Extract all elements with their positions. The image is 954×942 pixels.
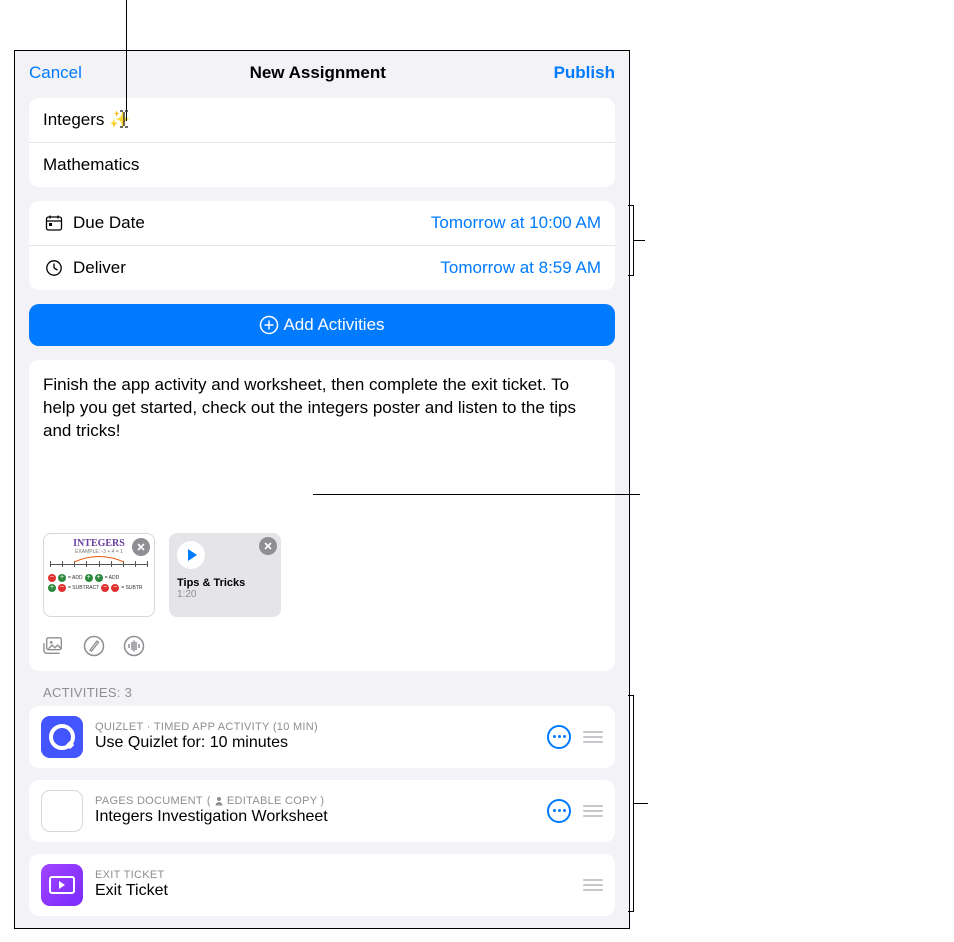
editable-copy-badge: ( EDITABLE COPY)	[207, 795, 324, 807]
due-date-value: Tomorrow at 10:00 AM	[431, 213, 601, 233]
play-icon	[188, 549, 197, 561]
page-title: New Assignment	[250, 63, 386, 83]
activity-meta: EXIT TICKET	[95, 869, 571, 881]
assignment-title-field[interactable]: Integers ✨	[29, 98, 615, 143]
publish-button[interactable]: Publish	[554, 63, 615, 83]
due-date-row[interactable]: Due Date Tomorrow at 10:00 AM	[29, 201, 615, 246]
audio-title: Tips & Tricks	[177, 577, 273, 589]
callout-line	[633, 240, 645, 241]
plus-circle-icon	[259, 315, 279, 335]
drag-handle[interactable]	[583, 805, 603, 817]
drag-handle[interactable]	[583, 731, 603, 743]
audio-duration: 1:20	[177, 589, 273, 600]
activity-title: Use Quizlet for: 10 minutes	[95, 734, 535, 752]
add-activities-label: Add Activities	[283, 315, 384, 335]
activity-meta: QUIZLET · TIMED APP ACTIVITY (10 MIN)	[95, 721, 535, 733]
activity-meta: PAGES DOCUMENT	[95, 795, 203, 807]
callout-line	[633, 803, 648, 804]
cancel-button[interactable]: Cancel	[29, 63, 82, 83]
exit-ticket-icon	[41, 864, 83, 906]
callout-line	[628, 275, 634, 276]
callout-line	[628, 911, 634, 912]
assignment-class-value: Mathematics	[43, 155, 139, 175]
add-activities-button[interactable]: Add Activities	[29, 304, 615, 346]
callout-line	[313, 494, 640, 495]
activities-header: ACTIVITIES: 3	[43, 685, 601, 700]
close-icon	[136, 542, 146, 552]
close-icon	[263, 541, 273, 551]
activity-more-button[interactable]	[547, 799, 571, 823]
pages-document-icon	[41, 790, 83, 832]
activity-more-button[interactable]	[547, 725, 571, 749]
audio-waveform-icon	[123, 635, 145, 657]
attachment-poster[interactable]: INTEGERS EXAMPLE: -3 + 4 = 1 −+= ADD ++=…	[43, 533, 155, 617]
activity-title: Integers Investigation Worksheet	[95, 808, 535, 826]
assignment-class-field[interactable]: Mathematics	[29, 143, 615, 187]
assignment-title-value: Integers ✨	[43, 110, 130, 130]
deliver-label: Deliver	[73, 258, 440, 278]
description-text[interactable]: Finish the app activity and worksheet, t…	[43, 374, 601, 443]
quizlet-app-icon	[41, 716, 83, 758]
deliver-value: Tomorrow at 8:59 AM	[440, 258, 601, 278]
activity-item-pages[interactable]: PAGES DOCUMENT ( EDITABLE COPY) Integers…	[29, 780, 615, 842]
callout-line	[126, 0, 127, 121]
insert-drawing-button[interactable]	[83, 635, 105, 657]
due-date-label: Due Date	[73, 213, 431, 233]
activity-item-quizlet[interactable]: QUIZLET · TIMED APP ACTIVITY (10 MIN) Us…	[29, 706, 615, 768]
remove-attachment-button[interactable]	[259, 537, 277, 555]
activity-title: Exit Ticket	[95, 882, 571, 900]
calendar-icon	[43, 214, 65, 232]
person-icon	[214, 796, 224, 806]
attachment-audio[interactable]: Tips & Tricks 1:20	[169, 533, 281, 617]
remove-attachment-button[interactable]	[132, 538, 150, 556]
clock-icon	[43, 259, 65, 277]
drag-handle[interactable]	[583, 879, 603, 891]
deliver-row[interactable]: Deliver Tomorrow at 8:59 AM	[29, 246, 615, 290]
markup-icon	[83, 635, 105, 657]
activity-item-exit-ticket[interactable]: EXIT TICKET Exit Ticket	[29, 854, 615, 916]
image-stack-icon	[43, 636, 65, 656]
insert-image-button[interactable]	[43, 635, 65, 657]
play-button[interactable]	[177, 541, 205, 569]
insert-audio-button[interactable]	[123, 635, 145, 657]
